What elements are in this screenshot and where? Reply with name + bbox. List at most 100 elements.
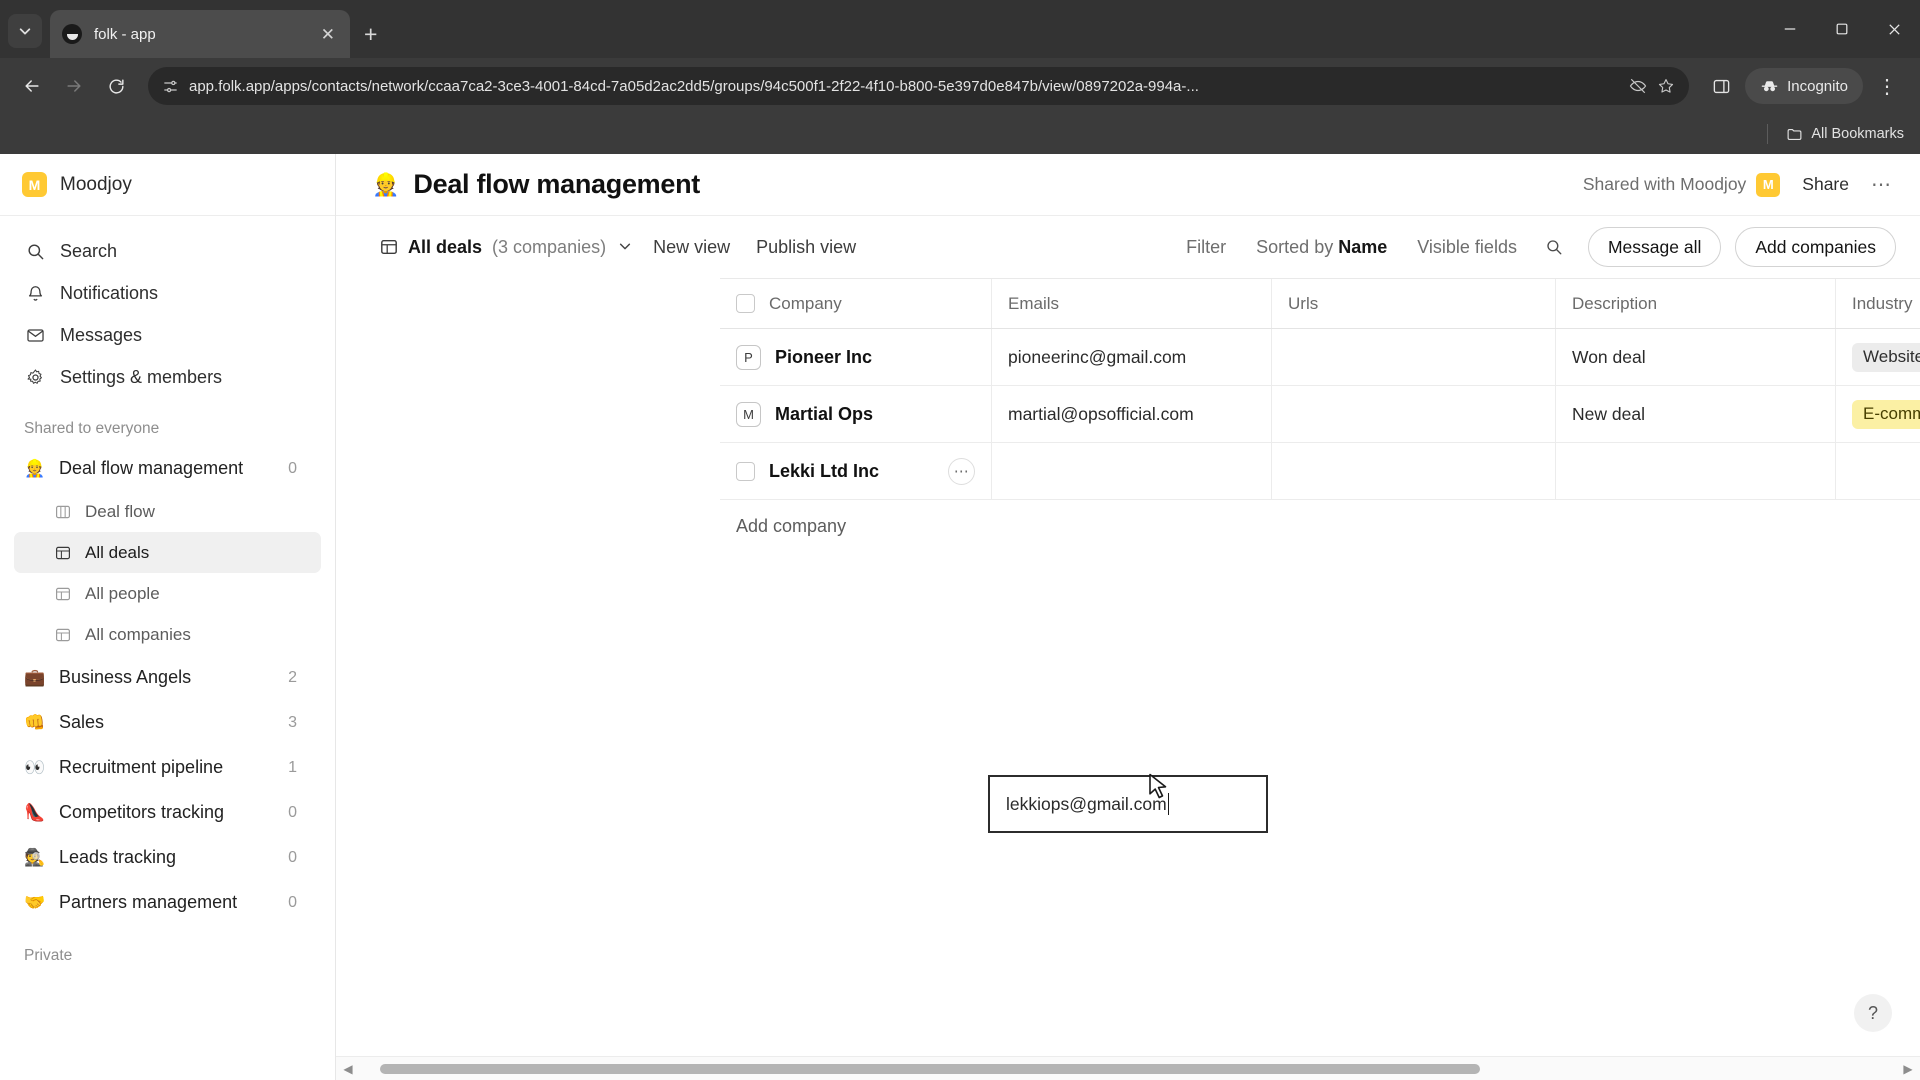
new-tab-button[interactable]: +: [364, 23, 377, 46]
sidebar-item-messages[interactable]: Messages: [14, 314, 321, 356]
publish-view-button[interactable]: Publish view: [743, 230, 869, 265]
close-window-icon[interactable]: [1868, 0, 1920, 58]
sidebar-group-recruitment-pipeline[interactable]: 👀 Recruitment pipeline 1: [14, 745, 321, 790]
company-name: Lekki Ltd Inc: [769, 460, 880, 481]
column-header-emails[interactable]: Emails: [992, 279, 1272, 328]
column-header-company[interactable]: Company: [720, 279, 992, 328]
column-header-description[interactable]: Description: [1556, 279, 1836, 328]
sidebar-group-deal-flow-management[interactable]: 👷 Deal flow management 0: [14, 446, 321, 491]
sidebar-item-deal-flow[interactable]: Deal flow: [14, 491, 321, 532]
cell-industry[interactable]: Website Design: [1836, 329, 1920, 385]
maximize-icon[interactable]: [1816, 0, 1868, 58]
url-text: app.folk.app/apps/contacts/network/ccaa7…: [189, 77, 1199, 95]
search-icon: [24, 242, 46, 261]
table-row[interactable]: Lekki Ltd Inc ⋯: [720, 443, 1920, 500]
cell-urls[interactable]: [1272, 329, 1556, 385]
column-header-urls[interactable]: Urls: [1272, 279, 1556, 328]
sort-button[interactable]: Sorted by Name: [1243, 230, 1400, 265]
scroll-right-icon[interactable]: ▶: [1896, 1062, 1920, 1076]
table-row[interactable]: M Martial Ops martial@opsofficial.com Ne…: [720, 386, 1920, 443]
sidebar-group-sales[interactable]: 👊 Sales 3: [14, 700, 321, 745]
select-all-checkbox[interactable]: [736, 294, 755, 313]
tab-title: folk - app: [94, 25, 156, 43]
tab-search-button[interactable]: [8, 14, 42, 48]
filter-button[interactable]: Filter: [1173, 230, 1239, 265]
shared-with-button[interactable]: Shared with Moodjoy M: [1583, 172, 1781, 197]
reload-icon[interactable]: [98, 68, 134, 104]
detective-icon: 🕵️: [24, 848, 46, 867]
add-company-button[interactable]: Add company: [720, 500, 1020, 552]
table-header-row: Company Emails Urls Description Industry: [720, 279, 1920, 329]
cell-industry[interactable]: [1836, 443, 1920, 499]
cell-emails[interactable]: martial@opsofficial.com: [992, 386, 1272, 442]
add-companies-button[interactable]: Add companies: [1735, 227, 1896, 267]
workspace-switcher[interactable]: M Moodjoy: [0, 154, 335, 216]
visible-fields-button[interactable]: Visible fields: [1404, 230, 1530, 265]
incognito-indicator[interactable]: Incognito: [1745, 68, 1863, 104]
sidebar-item-all-companies[interactable]: All companies: [14, 614, 321, 655]
cell-description[interactable]: New deal: [1556, 386, 1836, 442]
cell-company[interactable]: Lekki Ltd Inc ⋯: [720, 443, 992, 499]
table-row[interactable]: P Pioneer Inc pioneerinc@gmail.com Won d…: [720, 329, 1920, 386]
sidebar-item-all-people[interactable]: All people: [14, 573, 321, 614]
scrollbar-thumb[interactable]: [380, 1063, 1480, 1074]
browser-menu-icon[interactable]: ⋮: [1869, 74, 1906, 99]
browser-toolbar: app.folk.app/apps/contacts/network/ccaa7…: [0, 58, 1920, 114]
more-options-icon[interactable]: ⋯: [1871, 172, 1892, 197]
help-button[interactable]: ?: [1854, 994, 1892, 1032]
scroll-left-icon[interactable]: ◀: [336, 1062, 360, 1076]
sidebar-subitem-label: All deals: [85, 542, 150, 562]
minimize-icon[interactable]: [1764, 0, 1816, 58]
sidebar-item-all-deals[interactable]: All deals: [14, 532, 321, 573]
sort-value: Name: [1338, 236, 1388, 257]
column-label: Description: [1572, 293, 1658, 313]
sidebar-item-search[interactable]: Search: [14, 230, 321, 272]
main-content: 👷 Deal flow management Shared with Moodj…: [336, 154, 1920, 1080]
search-icon[interactable]: [1534, 230, 1574, 264]
cell-description[interactable]: Won deal: [1556, 329, 1836, 385]
sidebar-group-business-angels[interactable]: 💼 Business Angels 2: [14, 655, 321, 700]
sidebar-group-count: 3: [288, 713, 297, 731]
forward-icon[interactable]: [56, 68, 92, 104]
sidebar-group-label: Sales: [59, 712, 105, 732]
cell-company[interactable]: P Pioneer Inc: [720, 329, 992, 385]
cell-industry[interactable]: E-commerce: [1836, 386, 1920, 442]
site-settings-icon[interactable]: [162, 78, 179, 95]
companies-table: Company Emails Urls Description Industry: [720, 278, 1920, 500]
sidebar-group-leads-tracking[interactable]: 🕵️ Leads tracking 0: [14, 835, 321, 880]
share-button[interactable]: Share: [1802, 174, 1849, 195]
close-icon[interactable]: ✕: [318, 23, 338, 46]
sidebar-group-competitors-tracking[interactable]: 👠 Competitors tracking 0: [14, 790, 321, 835]
column-header-industry[interactable]: Industry: [1836, 279, 1920, 328]
view-selector[interactable]: All deals (3 companies): [372, 231, 640, 264]
sidebar-item-notifications[interactable]: Notifications: [14, 272, 321, 314]
cell-urls[interactable]: [1272, 443, 1556, 499]
description-value: Won deal: [1572, 346, 1646, 367]
cell-description[interactable]: [1556, 443, 1836, 499]
horizontal-scrollbar[interactable]: ◀ ▶: [336, 1056, 1920, 1080]
cell-emails[interactable]: [992, 443, 1272, 499]
new-view-button[interactable]: New view: [640, 230, 743, 265]
window-controls: [1764, 0, 1920, 58]
cell-emails[interactable]: pioneerinc@gmail.com: [992, 329, 1272, 385]
cell-company[interactable]: M Martial Ops: [720, 386, 992, 442]
side-panel-icon[interactable]: [1703, 68, 1739, 104]
message-all-button[interactable]: Message all: [1587, 227, 1722, 267]
page-header: 👷 Deal flow management Shared with Moodj…: [336, 154, 1920, 216]
browser-tab[interactable]: folk - app ✕: [50, 10, 350, 58]
chevron-down-icon[interactable]: [618, 239, 632, 256]
address-bar[interactable]: app.folk.app/apps/contacts/network/ccaa7…: [148, 67, 1690, 105]
sidebar-item-settings[interactable]: Settings & members: [14, 356, 321, 398]
fist-icon: 👊: [24, 713, 46, 732]
scrollbar-track[interactable]: [360, 1063, 1896, 1075]
star-icon[interactable]: [1657, 77, 1675, 95]
email-cell-editor[interactable]: lekkiops@gmail.com: [988, 775, 1268, 833]
sidebar-group-partners-management[interactable]: 🤝 Partners management 0: [14, 880, 321, 925]
envelope-icon: [24, 326, 46, 345]
row-checkbox[interactable]: [736, 461, 755, 481]
row-more-icon[interactable]: ⋯: [948, 457, 975, 485]
all-bookmarks-button[interactable]: All Bookmarks: [1786, 126, 1904, 143]
cell-urls[interactable]: [1272, 386, 1556, 442]
back-icon[interactable]: [14, 68, 50, 104]
eye-off-icon[interactable]: [1629, 77, 1647, 95]
